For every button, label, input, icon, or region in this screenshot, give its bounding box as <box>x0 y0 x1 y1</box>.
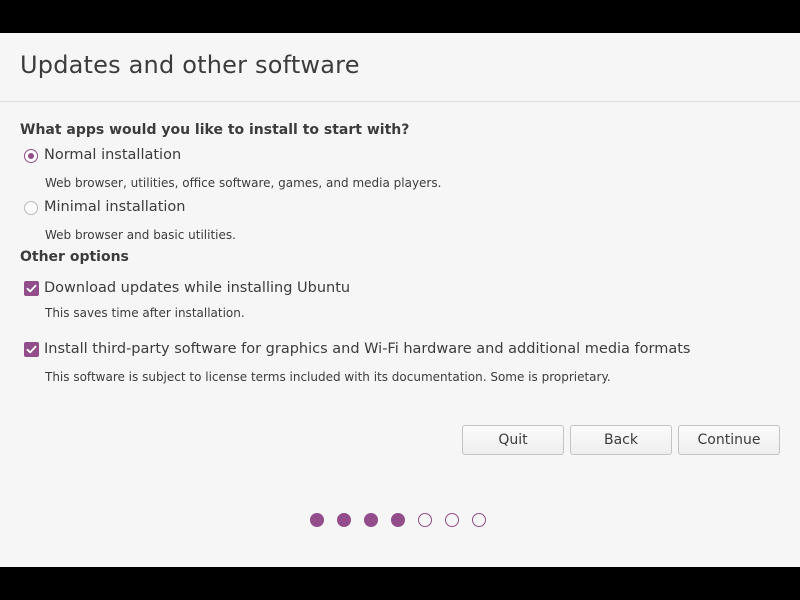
minimal-installation-radio[interactable] <box>24 201 38 215</box>
header-divider <box>0 101 800 102</box>
progress-dots <box>310 513 486 529</box>
progress-dot-pending <box>445 513 459 527</box>
continue-button[interactable]: Continue <box>678 425 780 455</box>
installer-window: Updates and other software What apps wou… <box>0 33 800 567</box>
progress-dot-pending <box>418 513 432 527</box>
progress-dot-complete <box>337 513 351 527</box>
progress-dot-complete <box>391 513 405 527</box>
third-party-software-description: This software is subject to license term… <box>45 370 611 384</box>
quit-button[interactable]: Quit <box>462 425 564 455</box>
back-button[interactable]: Back <box>570 425 672 455</box>
progress-dot-complete <box>364 513 378 527</box>
normal-installation-label[interactable]: Normal installation <box>44 147 181 163</box>
top-panel <box>0 0 800 33</box>
install-type-heading: What apps would you like to install to s… <box>20 122 410 138</box>
progress-dot-complete <box>310 513 324 527</box>
bottom-panel <box>0 567 800 600</box>
checkmark-icon <box>26 345 37 354</box>
checkmark-icon <box>26 284 37 293</box>
minimal-installation-description: Web browser and basic utilities. <box>45 228 236 242</box>
download-updates-description: This saves time after installation. <box>45 306 245 320</box>
other-options-heading: Other options <box>20 249 129 265</box>
page-title: Updates and other software <box>20 51 360 79</box>
minimal-installation-label[interactable]: Minimal installation <box>44 199 185 215</box>
progress-dot-pending <box>472 513 486 527</box>
normal-installation-radio[interactable] <box>24 149 38 163</box>
third-party-software-checkbox[interactable] <box>24 342 39 357</box>
normal-installation-description: Web browser, utilities, office software,… <box>45 176 442 190</box>
download-updates-label[interactable]: Download updates while installing Ubuntu <box>44 280 350 296</box>
third-party-software-label[interactable]: Install third-party software for graphic… <box>44 341 690 357</box>
download-updates-checkbox[interactable] <box>24 281 39 296</box>
